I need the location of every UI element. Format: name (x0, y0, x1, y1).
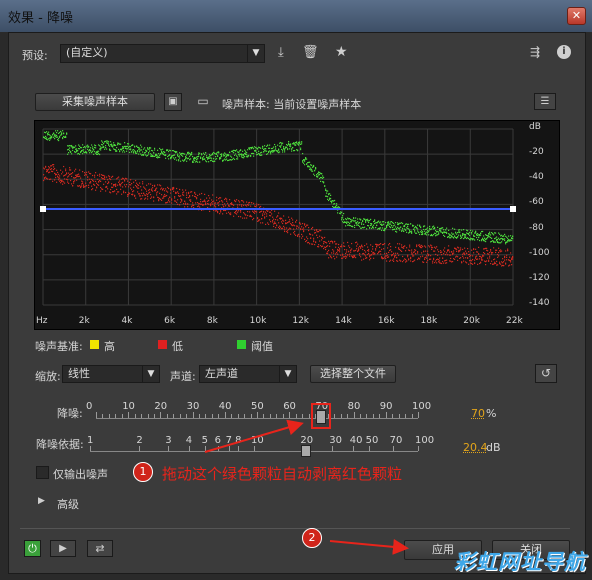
annotation-arrow-1 (204, 419, 304, 453)
annotation-arrows (204, 419, 409, 555)
annotation-badge-2: 2 (302, 528, 322, 548)
watermark: 彩虹网址导航 (454, 550, 586, 574)
annotation-arrow-2 (329, 538, 409, 555)
annotation-text-1: 拖动这个绿色颗粒自动剥离红色颗粒 (162, 465, 403, 483)
annotation-badge-1: 1 (133, 462, 153, 482)
